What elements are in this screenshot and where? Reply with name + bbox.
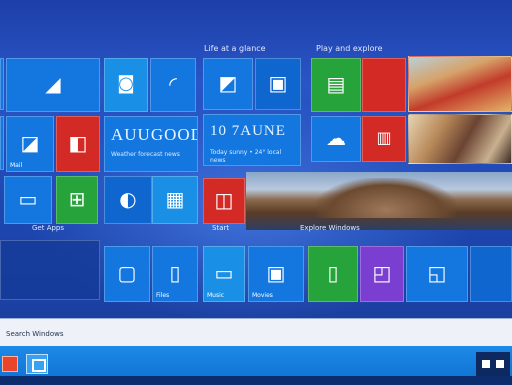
tile-red[interactable] bbox=[362, 58, 406, 112]
tile-local-headline: 10 7AUNE bbox=[210, 123, 286, 139]
windows-logo-icon: ⊞ bbox=[68, 187, 86, 211]
tablet-icon: ▯ bbox=[169, 261, 181, 285]
swoosh-icon: ◜ bbox=[169, 72, 177, 96]
tile-local-sub: Today sunny • 24° local news bbox=[210, 149, 282, 164]
tile-powerpoint[interactable]: ◫ bbox=[203, 178, 245, 224]
tile-news[interactable]: ◢ bbox=[6, 58, 100, 112]
strip-label-mid: Start bbox=[212, 224, 230, 232]
monitor-icon: ▭ bbox=[214, 261, 234, 285]
phone-icon: ▯ bbox=[327, 261, 339, 285]
tile-local-news[interactable]: 10 7AUNE Today sunny • 24° local news bbox=[203, 114, 301, 166]
chart-icon: ◢ bbox=[45, 72, 61, 96]
tile-mail-label: Mail bbox=[10, 162, 23, 169]
tile-weather-news[interactable]: AUUGOOD Weather forecast news bbox=[104, 116, 198, 172]
tile-edge-browser[interactable]: ◜ bbox=[150, 58, 196, 112]
tile-skype[interactable]: ◐ bbox=[104, 176, 152, 224]
screen-icon: ▣ bbox=[266, 261, 286, 285]
tile-edge-left[interactable] bbox=[0, 58, 4, 110]
document-icon: ◧ bbox=[68, 131, 88, 155]
camera-icon: ◙ bbox=[117, 73, 135, 95]
tile-mail[interactable]: ◪ Mail bbox=[6, 116, 54, 172]
notebook-icon: ◰ bbox=[372, 261, 392, 285]
search-panel-text: Search Windows bbox=[6, 330, 64, 338]
window-icon: ◱ bbox=[427, 261, 447, 285]
tile-settings[interactable]: ◱ bbox=[406, 246, 468, 302]
strip-label-left: Get Apps bbox=[32, 224, 65, 232]
tile-store-green[interactable]: ▤ bbox=[311, 58, 361, 112]
tile-weather-sub: Weather forecast news bbox=[111, 151, 180, 158]
calendar-icon: ◩ bbox=[218, 71, 238, 95]
skype-icon: ◐ bbox=[119, 187, 137, 211]
tile-camera[interactable]: ◙ bbox=[104, 58, 148, 112]
start-icon[interactable] bbox=[2, 356, 18, 372]
tile-weather-headline: AUUGOOD bbox=[111, 125, 198, 144]
tile-movies[interactable]: ▣ Movies bbox=[248, 246, 304, 302]
tile-calendar[interactable]: ◩ bbox=[203, 58, 253, 110]
square-icon: ▢ bbox=[117, 261, 137, 285]
tile-office[interactable]: ◧ bbox=[56, 116, 100, 172]
tray-volume-icon[interactable] bbox=[496, 360, 504, 368]
mountain-photo-banner[interactable] bbox=[246, 172, 512, 230]
tile-xbox[interactable]: ⊞ bbox=[56, 176, 98, 224]
envelope-icon: ◪ bbox=[20, 131, 40, 155]
tile-maps[interactable]: ▦ bbox=[152, 176, 198, 224]
group-title-left: Life at a glance bbox=[204, 44, 266, 53]
grid-icon: ▥ bbox=[376, 128, 392, 148]
people-icon: ▣ bbox=[268, 71, 288, 95]
search-panel[interactable]: Search Windows bbox=[0, 318, 512, 346]
tile-edge-right[interactable] bbox=[470, 246, 512, 302]
tile-explorer[interactable]: ▭ bbox=[4, 176, 52, 224]
map-icon: ▦ bbox=[165, 187, 185, 211]
presentation-icon: ◫ bbox=[214, 188, 234, 212]
tile-files[interactable]: ▯ Files bbox=[152, 246, 198, 302]
file-explorer-icon[interactable] bbox=[26, 354, 48, 374]
tile-photo-landscape[interactable] bbox=[408, 56, 512, 112]
tile-music-label: Music bbox=[207, 292, 225, 299]
tray-network-icon[interactable] bbox=[482, 360, 490, 368]
tile-photo-people[interactable] bbox=[408, 114, 512, 164]
store-icon: ▤ bbox=[326, 72, 346, 96]
tile-games[interactable]: ▥ bbox=[362, 116, 406, 162]
tile-people[interactable]: ▣ bbox=[255, 58, 301, 110]
tile-movies-label: Movies bbox=[252, 292, 273, 299]
tile-files-label: Files bbox=[156, 292, 170, 299]
tile-music[interactable]: ▭ Music bbox=[203, 246, 245, 302]
system-tray[interactable] bbox=[476, 352, 510, 376]
tile-apps[interactable]: ▢ bbox=[104, 246, 150, 302]
strip-label-right: Explore Windows bbox=[300, 224, 360, 232]
taskbar-bottom-edge bbox=[0, 376, 512, 385]
tile-phone[interactable]: ▯ bbox=[308, 246, 358, 302]
tile-edge-left-2[interactable] bbox=[0, 116, 4, 170]
tile-onenote[interactable]: ◰ bbox=[360, 246, 404, 302]
cloud-icon: ☁ bbox=[326, 126, 346, 150]
folder-icon: ▭ bbox=[18, 187, 38, 211]
tile-onedrive[interactable]: ☁ bbox=[311, 116, 361, 162]
tile-row4-dark[interactable] bbox=[0, 240, 100, 300]
taskbar bbox=[0, 346, 512, 385]
group-title-right: Play and explore bbox=[316, 44, 383, 53]
